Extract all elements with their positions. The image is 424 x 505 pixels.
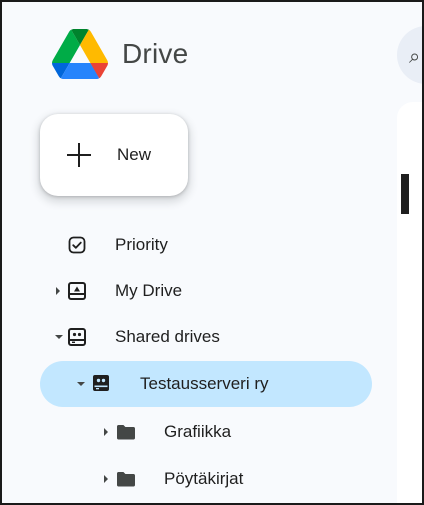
new-button[interactable]: New: [40, 114, 188, 196]
sidebar-item-label: My Drive: [115, 281, 183, 300]
collapse-arrow-icon[interactable]: [55, 335, 63, 339]
folder-icon: [117, 472, 135, 487]
sidebar-item-poytakirjat[interactable]: Pöytäkirjat: [40, 456, 370, 502]
sidebar-item-label: Testausserveri ry: [140, 374, 269, 393]
new-button-label: New: [117, 145, 152, 164]
sidebar-item-testausserveri-ry[interactable]: Testausserveri ry: [40, 361, 372, 407]
collapse-arrow-icon[interactable]: [77, 382, 85, 386]
sidebar-item-label: Grafiikka: [164, 422, 232, 441]
app-title: Drive: [122, 38, 189, 69]
expand-arrow-icon[interactable]: [104, 475, 108, 483]
shared-drives-icon: [68, 328, 86, 346]
sidebar-item-label: Pöytäkirjat: [164, 469, 244, 488]
panel-heading-fragment: [401, 174, 409, 214]
sidebar-item-label: Shared drives: [115, 327, 220, 346]
sidebar-item-label: Priority: [115, 235, 168, 254]
search-bar[interactable]: ⌕: [397, 26, 422, 84]
drive-header[interactable]: Drive: [52, 27, 188, 81]
plus-icon: [67, 143, 91, 167]
search-icon[interactable]: ⌕: [409, 44, 420, 68]
shared-drive-icon: [93, 375, 109, 391]
google-drive-logo-icon[interactable]: [52, 29, 108, 79]
sidebar-item-shared-drives[interactable]: Shared drives: [40, 314, 370, 360]
main-content-panel: [397, 102, 422, 503]
sidebar-item-grafiikka[interactable]: Grafiikka: [40, 409, 370, 455]
folder-icon: [117, 425, 135, 440]
sidebar-item-my-drive[interactable]: My Drive: [40, 268, 370, 314]
expand-arrow-icon[interactable]: [56, 287, 60, 295]
my-drive-icon: [68, 282, 86, 300]
sidebar-item-priority[interactable]: Priority: [40, 222, 370, 268]
priority-check-icon: [68, 236, 86, 254]
expand-arrow-icon[interactable]: [104, 428, 108, 436]
app-window: Drive ⌕ New Priority My Drive Shared dri…: [0, 0, 424, 505]
